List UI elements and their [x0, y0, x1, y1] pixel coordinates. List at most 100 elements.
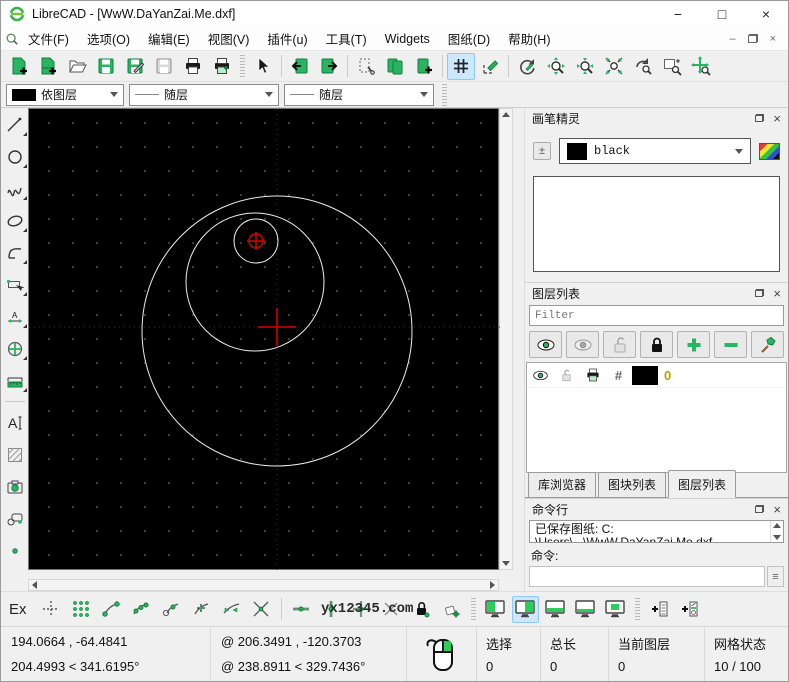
- menu-drawings[interactable]: 图纸(D): [439, 26, 499, 51]
- horizontal-scrollbar[interactable]: [28, 579, 499, 591]
- pen-color-combo[interactable]: black: [559, 138, 751, 164]
- snap-center-button[interactable]: [158, 596, 185, 623]
- print-preview-button[interactable]: [208, 53, 236, 80]
- command-history[interactable]: 已保存图纸: C: \Users\...\WwW.DaYanZai.Me.dxf: [529, 520, 784, 543]
- restrict-nothing-button[interactable]: [378, 596, 405, 623]
- redraw-button[interactable]: [513, 53, 541, 80]
- measure-tool-button[interactable]: [3, 369, 27, 392]
- mdi-minimize-button[interactable]: –: [729, 33, 735, 45]
- zoom-in-button[interactable]: [542, 53, 570, 80]
- hide-all-layers-button[interactable]: [566, 331, 599, 358]
- set-relative-zero-button[interactable]: [438, 596, 465, 623]
- layer-print-icon[interactable]: [580, 367, 605, 383]
- menu-help[interactable]: 帮助(H): [499, 26, 559, 51]
- zoom-window-button[interactable]: [658, 53, 686, 80]
- remove-layer-button[interactable]: [714, 331, 747, 358]
- copy-button[interactable]: [381, 53, 409, 80]
- dock-float-button[interactable]: [755, 114, 764, 122]
- width-combo[interactable]: 随层: [129, 84, 279, 106]
- dock-close-icon[interactable]: ×: [773, 112, 781, 125]
- tab-library-browser[interactable]: 库浏览器: [528, 472, 596, 497]
- save-button[interactable]: [92, 53, 120, 80]
- exclusive-snap-label[interactable]: Ex: [9, 601, 27, 618]
- view-widget-1-button[interactable]: [482, 596, 509, 623]
- select-tool-button[interactable]: [3, 273, 27, 296]
- dock-close-icon[interactable]: ×: [773, 503, 781, 516]
- layer-lock-icon[interactable]: [554, 368, 579, 383]
- ellipse-tool-button[interactable]: [3, 209, 27, 232]
- toolbar-drag-handle[interactable]: [635, 598, 640, 620]
- command-history-scrollbar[interactable]: [770, 521, 783, 542]
- color-combo[interactable]: 依图层: [6, 84, 124, 106]
- layer-construction-icon[interactable]: #: [606, 368, 631, 383]
- view-widget-3-button[interactable]: [542, 596, 569, 623]
- command-input[interactable]: [529, 566, 765, 587]
- zoom-auto-button[interactable]: [600, 53, 628, 80]
- new-file-button[interactable]: [5, 53, 33, 80]
- dock-close-icon[interactable]: ×: [773, 287, 781, 300]
- open-file-button[interactable]: [63, 53, 91, 80]
- pen-preview-listbox[interactable]: [533, 176, 780, 272]
- lock-relative-zero-button[interactable]: [408, 596, 435, 623]
- toolbar-drag-handle[interactable]: [442, 84, 447, 106]
- save-as-button[interactable]: [121, 53, 149, 80]
- dock-float-button[interactable]: [755, 505, 764, 513]
- maximize-button[interactable]: □: [700, 1, 744, 27]
- mdi-close-button[interactable]: ×: [770, 33, 776, 45]
- paste-button[interactable]: [410, 53, 438, 80]
- restrict-horizontal-button[interactable]: [288, 596, 315, 623]
- layer-visible-icon[interactable]: [528, 367, 553, 384]
- redo-button[interactable]: [315, 53, 343, 80]
- menu-tools[interactable]: 工具(T): [317, 26, 376, 51]
- menu-view[interactable]: 视图(V): [199, 26, 259, 51]
- scroll-up-icon[interactable]: [502, 112, 510, 117]
- cut-button[interactable]: [352, 53, 380, 80]
- text-tool-button[interactable]: A: [3, 411, 27, 434]
- view-widget-2-button[interactable]: [512, 596, 539, 623]
- block-tool-button[interactable]: [3, 507, 27, 530]
- vertical-scrollbar[interactable]: [499, 108, 513, 570]
- grid-toggle-button[interactable]: [447, 53, 475, 80]
- modify-layer-button[interactable]: [751, 331, 784, 358]
- snap-endpoints-button[interactable]: [98, 596, 125, 623]
- select-pointer-button[interactable]: [249, 53, 277, 80]
- save-all-button[interactable]: [150, 53, 178, 80]
- view-widget-5-button[interactable]: [602, 596, 629, 623]
- snap-grid-button[interactable]: [68, 596, 95, 623]
- pen-spinner-button[interactable]: ±: [533, 142, 551, 160]
- image-tool-button[interactable]: [3, 475, 27, 498]
- zoom-previous-button[interactable]: [629, 53, 657, 80]
- scroll-right-icon[interactable]: [490, 581, 495, 589]
- scroll-left-icon[interactable]: [32, 581, 37, 589]
- print-button[interactable]: [179, 53, 207, 80]
- linetype-combo[interactable]: 随层: [284, 84, 434, 106]
- modify-move-tool-button[interactable]: [3, 337, 27, 360]
- add-command-widget-button[interactable]: [646, 596, 673, 623]
- new-from-template-button[interactable]: [34, 53, 62, 80]
- polyline-tool-button[interactable]: [3, 241, 27, 264]
- layer-name[interactable]: 0: [664, 368, 671, 383]
- layer-filter-input[interactable]: [529, 305, 784, 326]
- menu-widgets[interactable]: Widgets: [376, 29, 439, 49]
- layer-color-swatch[interactable]: [632, 366, 658, 385]
- curve-tool-button[interactable]: [3, 177, 27, 200]
- layer-row[interactable]: # 0: [527, 363, 786, 388]
- unlock-all-layers-button[interactable]: [603, 331, 636, 358]
- scroll-up-icon[interactable]: [773, 523, 781, 528]
- command-options-button[interactable]: ≡: [767, 566, 784, 587]
- tab-block-list[interactable]: 图块列表: [598, 472, 666, 497]
- menu-edit[interactable]: 编辑(E): [139, 26, 199, 51]
- snap-on-entity-button[interactable]: [128, 596, 155, 623]
- snap-distance-button[interactable]: [218, 596, 245, 623]
- point-tool-button[interactable]: [3, 539, 27, 562]
- circle-tool-button[interactable]: [3, 145, 27, 168]
- dimension-tool-button[interactable]: A: [3, 305, 27, 328]
- minimize-button[interactable]: −: [656, 1, 700, 27]
- toolbar-drag-handle[interactable]: [240, 55, 245, 77]
- menu-plugins[interactable]: 插件(u): [258, 26, 316, 51]
- snap-intersection-button[interactable]: [248, 596, 275, 623]
- snap-free-button[interactable]: [38, 596, 65, 623]
- hatch-tool-button[interactable]: [3, 443, 27, 466]
- close-button[interactable]: ×: [744, 1, 788, 27]
- color-palette-button[interactable]: [759, 143, 780, 160]
